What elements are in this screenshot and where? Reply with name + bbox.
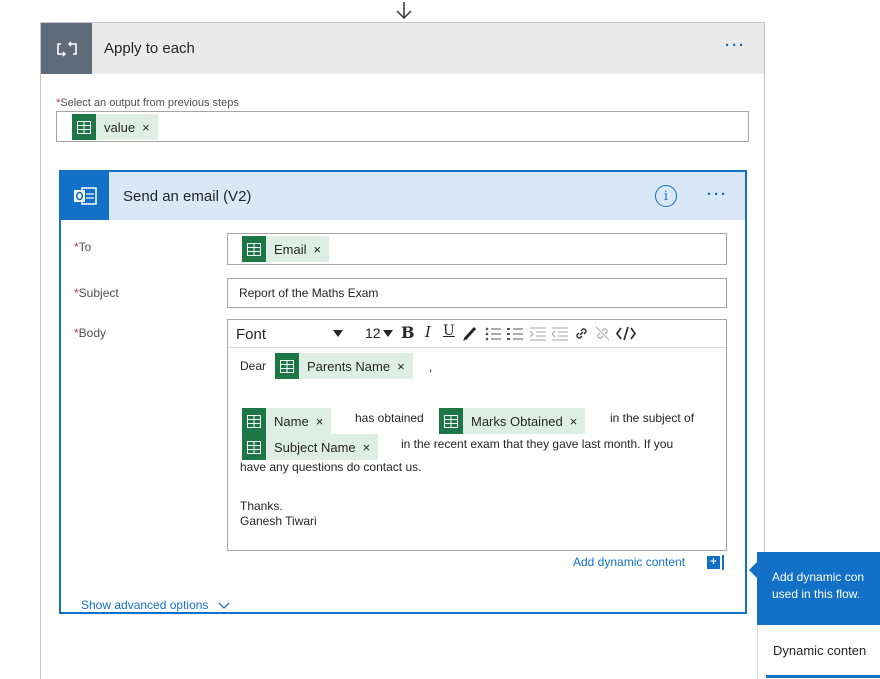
body-signature-text: Ganesh Tiwari — [240, 514, 317, 528]
subject-name-token[interactable]: Subject Name × — [242, 434, 379, 460]
select-output-label: *Select an output from previous steps — [56, 97, 239, 109]
send-email-card: Send an email (V2) i ··· *To Email × *Su… — [59, 170, 747, 614]
bold-button[interactable]: B — [401, 323, 415, 342]
loop-icon — [56, 41, 77, 56]
apply-to-each-title: Apply to each — [104, 40, 195, 57]
excel-icon — [275, 353, 299, 379]
pen-color-icon[interactable] — [463, 326, 477, 341]
body-has-obtained-text: has obtained — [355, 411, 424, 425]
outlook-icon — [74, 187, 97, 205]
excel-icon — [242, 236, 266, 262]
remove-token-icon[interactable]: × — [570, 414, 578, 429]
tab-dynamic-content[interactable]: Dynamic conten — [773, 643, 866, 658]
dynamic-content-panel: Add dynamic con used in this flow. Dynam… — [749, 552, 880, 679]
remove-token-icon[interactable]: × — [397, 359, 405, 374]
outlook-icon-box — [61, 172, 109, 220]
italic-button[interactable]: I — [425, 323, 431, 341]
email-token[interactable]: Email × — [242, 236, 330, 262]
to-label: *To — [74, 240, 92, 254]
value-token[interactable]: value × — [72, 114, 158, 140]
indent-icon[interactable] — [530, 327, 546, 341]
excel-icon — [439, 408, 463, 434]
body-thanks-text: Thanks. — [240, 499, 283, 513]
add-dynamic-content-icon[interactable]: + — [707, 556, 720, 569]
loop-icon-box — [41, 23, 92, 74]
add-dynamic-content-link[interactable]: Add dynamic content — [573, 555, 685, 569]
excel-icon — [72, 114, 96, 140]
subject-input[interactable]: Report of the Maths Exam — [227, 278, 727, 308]
excel-icon — [242, 434, 266, 460]
body-editor[interactable]: Font 12 B I U Dear Parents Name × , Name… — [227, 319, 727, 551]
underline-button[interactable]: U — [443, 323, 455, 339]
body-in-subject-text: in the subject of — [610, 411, 695, 425]
send-email-header[interactable]: Send an email (V2) i ··· — [61, 172, 745, 220]
bullet-list-icon[interactable] — [485, 327, 501, 341]
dynamic-content-tabs: Dynamic conten — [757, 625, 880, 679]
name-token[interactable]: Name × — [242, 408, 332, 434]
dynamic-content-description: Add dynamic con used in this flow. — [772, 570, 865, 601]
body-recent-exam-text: in the recent exam that they gave last m… — [401, 437, 674, 451]
remove-token-icon[interactable]: × — [363, 440, 371, 455]
excel-icon — [242, 408, 266, 434]
apply-more-menu-button[interactable]: ··· — [725, 37, 746, 54]
numbered-list-icon[interactable] — [507, 327, 523, 341]
to-input[interactable]: Email × — [227, 233, 727, 265]
flow-designer: Apply to each ··· *Select an output from… — [0, 0, 880, 679]
info-icon[interactable]: i — [655, 185, 677, 207]
body-questions-text: have any questions do contact us. — [240, 460, 422, 474]
chevron-down-icon — [218, 602, 230, 609]
panel-pointer — [749, 562, 757, 578]
font-dropdown-caret-icon[interactable] — [333, 330, 343, 338]
rich-text-toolbar: Font 12 B I U — [228, 320, 726, 348]
font-size-caret-icon[interactable] — [383, 330, 393, 338]
font-size-dropdown[interactable]: 12 — [365, 325, 381, 341]
apply-to-each-header[interactable]: Apply to each ··· — [41, 23, 764, 74]
link-icon[interactable] — [574, 326, 589, 341]
remove-token-icon[interactable]: × — [142, 120, 150, 135]
font-dropdown[interactable]: Font — [236, 326, 266, 343]
parents-name-token[interactable]: Parents Name × — [275, 353, 413, 379]
body-dear-text: Dear — [240, 359, 267, 373]
unlink-icon[interactable] — [595, 326, 610, 341]
add-dynamic-content-bar — [722, 555, 724, 570]
body-comma-text: , — [429, 360, 433, 374]
tab-dynamic-content-underline — [766, 675, 880, 678]
show-advanced-options-link[interactable]: Show advanced options — [81, 598, 230, 612]
email-more-menu-button[interactable]: ··· — [707, 186, 728, 203]
body-label: *Body — [74, 326, 107, 340]
code-view-icon[interactable] — [616, 326, 636, 341]
subject-label: *Subject — [74, 286, 119, 300]
outdent-icon[interactable] — [552, 327, 568, 341]
arrow-down-icon — [396, 2, 412, 20]
dynamic-content-panel-header: Add dynamic con used in this flow. — [749, 552, 880, 625]
remove-token-icon[interactable]: × — [314, 242, 322, 257]
marks-obtained-token[interactable]: Marks Obtained × — [439, 408, 586, 434]
send-email-title: Send an email (V2) — [123, 188, 252, 205]
remove-token-icon[interactable]: × — [316, 414, 324, 429]
subject-value: Report of the Maths Exam — [239, 286, 379, 300]
select-output-input[interactable]: value × — [56, 111, 749, 142]
